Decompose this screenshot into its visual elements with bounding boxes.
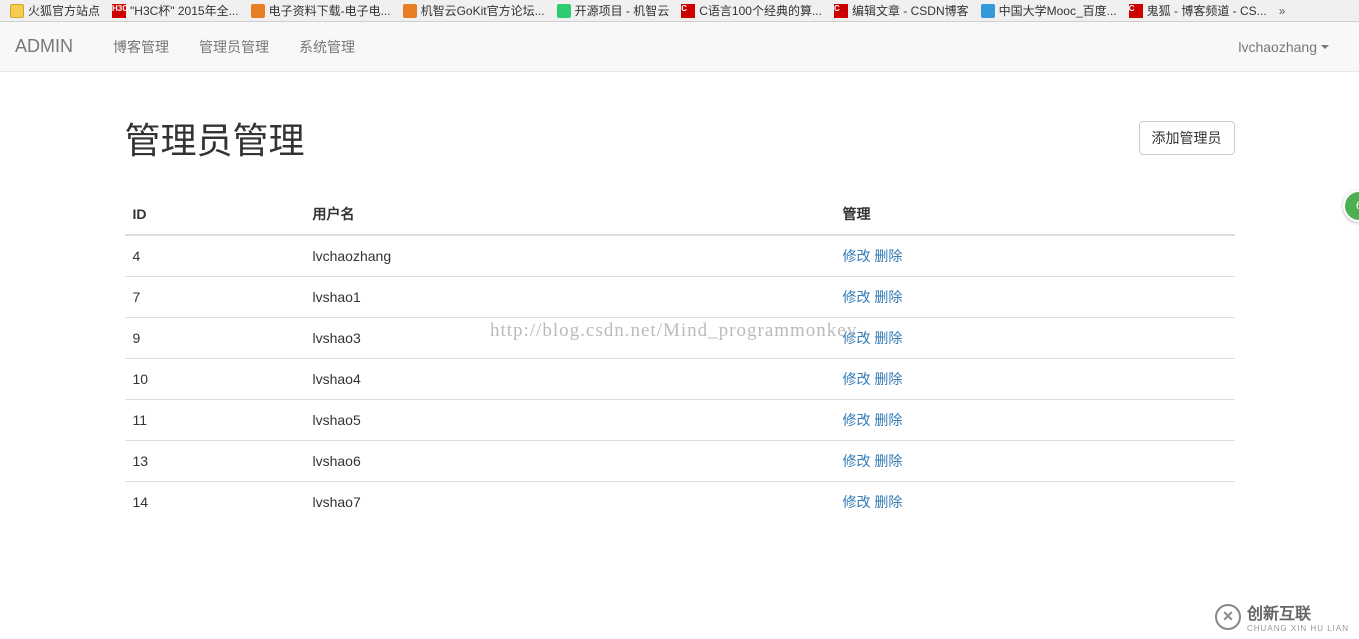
bookmark-favicon-icon: H3C: [112, 4, 126, 18]
bookmark-favicon-icon: [251, 4, 265, 18]
nav-item-system[interactable]: 系统管理: [284, 22, 370, 72]
edit-link[interactable]: 修改: [843, 494, 871, 510]
bookmark-label: 火狐官方站点: [28, 2, 100, 19]
bookmark-favicon-icon: [403, 4, 417, 18]
col-header-username: 用户名: [305, 194, 835, 235]
browser-bookmark-bar: 火狐官方站点 H3C "H3C杯" 2015年全... 电子资料下载-电子电... 机智…: [0, 0, 1359, 22]
corner-brand-icon: [1215, 604, 1241, 630]
edit-link[interactable]: 修改: [843, 289, 871, 305]
table-row: 4lvchaozhang修改 删除: [125, 235, 1235, 277]
cell-id: 13: [125, 441, 305, 482]
bookmark-favicon-icon: [10, 4, 24, 18]
table-row: 11lvshao5修改 删除: [125, 400, 1235, 441]
cell-manage: 修改 删除: [835, 482, 1235, 523]
bookmark-item[interactable]: C C语言100个经典的算...: [675, 2, 828, 19]
nav-item-admin[interactable]: 管理员管理: [184, 22, 284, 72]
delete-link[interactable]: 删除: [874, 289, 902, 305]
caret-down-icon: [1321, 45, 1329, 49]
bookmark-label: "H3C杯" 2015年全...: [130, 2, 239, 19]
bookmark-item[interactable]: 中国大学Mooc_百度...: [975, 2, 1123, 19]
cell-username: lvshao5: [305, 400, 835, 441]
bookmark-label: C语言100个经典的算...: [699, 2, 822, 19]
cell-manage: 修改 删除: [835, 235, 1235, 277]
cell-manage: 修改 删除: [835, 359, 1235, 400]
table-header-row: ID 用户名 管理: [125, 194, 1235, 235]
nav-item-blog[interactable]: 博客管理: [98, 22, 184, 72]
bookmark-item[interactable]: H3C "H3C杯" 2015年全...: [106, 2, 245, 19]
edit-link[interactable]: 修改: [843, 330, 871, 346]
bookmark-item[interactable]: 机智云GoKit官方论坛...: [397, 2, 551, 19]
cell-manage: 修改 删除: [835, 318, 1235, 359]
cell-username: lvchaozhang: [305, 235, 835, 277]
cell-manage: 修改 删除: [835, 400, 1235, 441]
bookmark-item[interactable]: C 编辑文章 - CSDN博客: [828, 2, 975, 19]
admin-table: ID 用户名 管理 4lvchaozhang修改 删除7lvshao1修改 删除…: [125, 194, 1235, 522]
cell-manage: 修改 删除: [835, 277, 1235, 318]
navbar-brand[interactable]: ADMIN: [15, 36, 88, 57]
bookmark-label: 中国大学Mooc_百度...: [999, 2, 1117, 19]
cell-id: 14: [125, 482, 305, 523]
page-title: 管理员管理: [125, 112, 305, 164]
bookmark-label: 鬼狐 - 博客频道 - CS...: [1147, 2, 1267, 19]
corner-brand-sub: CHUANG XIN HU LIAN: [1247, 624, 1349, 633]
navbar-user-dropdown[interactable]: lvchaozhang: [1223, 24, 1344, 70]
table-row: 9lvshao3修改 删除: [125, 318, 1235, 359]
bookmark-item[interactable]: C 鬼狐 - 博客频道 - CS...: [1123, 2, 1273, 19]
table-row: 13lvshao6修改 删除: [125, 441, 1235, 482]
cell-username: lvshao7: [305, 482, 835, 523]
main-container: 管理员管理 添加管理员 ID 用户名 管理 4lvchaozhang修改 删除7…: [110, 112, 1250, 522]
cell-id: 11: [125, 400, 305, 441]
cell-username: lvshao1: [305, 277, 835, 318]
delete-link[interactable]: 删除: [874, 453, 902, 469]
cell-manage: 修改 删除: [835, 441, 1235, 482]
delete-link[interactable]: 删除: [874, 494, 902, 510]
bookmark-label: 机智云GoKit官方论坛...: [421, 2, 545, 19]
corner-brand: 创新互联 CHUANG XIN HU LIAN: [1215, 600, 1349, 633]
edit-link[interactable]: 修改: [843, 453, 871, 469]
bookmark-label: 编辑文章 - CSDN博客: [852, 2, 969, 19]
bookmark-label: 电子资料下载-电子电...: [269, 2, 391, 19]
table-row: 7lvshao1修改 删除: [125, 277, 1235, 318]
navbar-user-label: lvchaozhang: [1238, 39, 1317, 55]
cell-id: 7: [125, 277, 305, 318]
delete-link[interactable]: 删除: [874, 248, 902, 264]
add-admin-button[interactable]: 添加管理员: [1139, 121, 1235, 155]
bookmark-item[interactable]: 开源项目 - 机智云: [551, 2, 676, 19]
col-header-id: ID: [125, 194, 305, 235]
bookmark-favicon-icon: [981, 4, 995, 18]
bookmark-favicon-icon: C: [681, 4, 695, 18]
delete-link[interactable]: 删除: [874, 371, 902, 387]
corner-brand-main: 创新互联: [1247, 606, 1311, 623]
cell-username: lvshao3: [305, 318, 835, 359]
bookmark-favicon-icon: C: [1129, 4, 1143, 18]
table-row: 14lvshao7修改 删除: [125, 482, 1235, 523]
cell-username: lvshao4: [305, 359, 835, 400]
page-header-row: 管理员管理 添加管理员: [125, 112, 1235, 164]
edge-widget-icon[interactable]: 6: [1343, 190, 1359, 222]
delete-link[interactable]: 删除: [874, 412, 902, 428]
bookmark-item[interactable]: 火狐官方站点: [4, 2, 106, 19]
col-header-manage: 管理: [835, 194, 1235, 235]
bookmark-overflow-button[interactable]: »: [1273, 4, 1292, 18]
navbar: ADMIN 博客管理 管理员管理 系统管理 lvchaozhang: [0, 22, 1359, 72]
edit-link[interactable]: 修改: [843, 371, 871, 387]
cell-username: lvshao6: [305, 441, 835, 482]
bookmark-favicon-icon: [557, 4, 571, 18]
cell-id: 9: [125, 318, 305, 359]
edit-link[interactable]: 修改: [843, 248, 871, 264]
table-row: 10lvshao4修改 删除: [125, 359, 1235, 400]
cell-id: 10: [125, 359, 305, 400]
bookmark-favicon-icon: C: [834, 4, 848, 18]
bookmark-label: 开源项目 - 机智云: [575, 2, 670, 19]
bookmark-item[interactable]: 电子资料下载-电子电...: [245, 2, 397, 19]
delete-link[interactable]: 删除: [874, 330, 902, 346]
cell-id: 4: [125, 235, 305, 277]
edit-link[interactable]: 修改: [843, 412, 871, 428]
